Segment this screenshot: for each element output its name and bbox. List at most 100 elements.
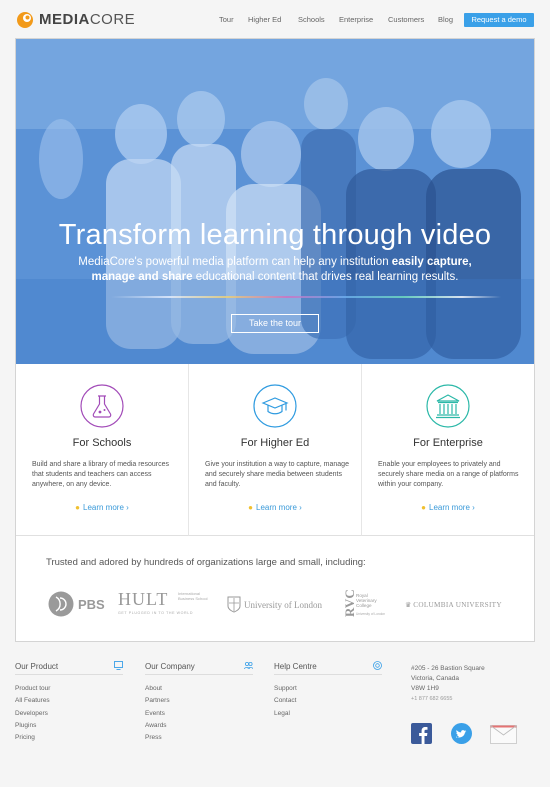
hero-sub-lead: MediaCore's powerful media platform can … — [78, 256, 392, 268]
feature-schools-title: For Schools — [72, 437, 132, 449]
footer-link[interactable]: Developers — [15, 708, 123, 720]
customer-logos: PBS HULT International Business School G… — [16, 587, 534, 627]
footer-link[interactable]: Pricing — [15, 732, 123, 744]
footer-link[interactable]: Product tour — [15, 683, 123, 695]
chevron-right-icon: › — [299, 503, 302, 512]
footer-links-help: Support Contact Legal — [274, 683, 382, 720]
feature-higher-ed-desc: Give your institution a way to capture, … — [205, 461, 349, 488]
lightbulb-icon: ● — [248, 503, 253, 512]
feature-schools: For Schools Build and share a library of… — [16, 364, 188, 536]
footer-link[interactable]: About — [145, 683, 253, 695]
nav-higher-ed[interactable]: Higher Ed — [248, 15, 281, 24]
mediacore-logo[interactable]: MEDIACORE — [16, 11, 135, 29]
university-of-london-logo: University of London — [227, 596, 322, 613]
crown-icon: ♛ — [405, 602, 412, 609]
mail-icon[interactable] — [490, 725, 517, 749]
graduation-cap-icon — [253, 384, 297, 428]
feature-enterprise-title: For Enterprise — [413, 437, 483, 449]
footer-link[interactable]: Plugins — [15, 720, 123, 732]
lightbulb-icon: ● — [75, 503, 80, 512]
pbs-text: PBS — [78, 596, 105, 612]
chevron-right-icon: › — [472, 503, 475, 512]
learn-more-higher-ed-link[interactable]: ● Learn more › — [189, 503, 361, 512]
footer-heading-help-label: Help Centre — [274, 662, 317, 671]
footer-heading-company: Our Company — [145, 661, 253, 675]
footer-heading-product-label: Our Product — [15, 662, 59, 671]
footer-link[interactable]: Awards — [145, 720, 253, 732]
pbs-logo: PBS — [48, 591, 105, 617]
hero-sub-bold-2: manage and share — [91, 271, 193, 283]
feature-higher-ed-title: For Higher Ed — [240, 437, 310, 449]
hero-sub-tail: educational content that drives real lea… — [192, 271, 459, 283]
hult-subtitle: International Business School — [178, 591, 208, 601]
footer-links-company: About Partners Events Awards Press — [145, 683, 253, 744]
footer-link[interactable]: Events — [145, 708, 253, 720]
main-panel: Transform learning through video MediaCo… — [15, 38, 535, 642]
lifebuoy-icon — [373, 661, 382, 670]
twitter-icon[interactable] — [451, 723, 472, 749]
footer-heading-help: Help Centre — [274, 661, 382, 675]
footer-link[interactable]: All Features — [15, 695, 123, 707]
feature-enterprise: For Enterprise Enable your employees to … — [362, 364, 534, 536]
mediacore-logo-icon — [17, 12, 33, 28]
learn-more-enterprise-link[interactable]: ● Learn more › — [362, 503, 534, 512]
facebook-icon[interactable] — [411, 723, 432, 749]
crest-icon — [227, 596, 241, 613]
logo-text-rest: CORE — [89, 11, 136, 28]
footer-our-product: Our Product Product tour All Features De… — [15, 661, 123, 744]
footer-link[interactable]: Support — [274, 683, 382, 695]
footer-our-company: Our Company About Partners Events Awards… — [145, 661, 253, 744]
feature-schools-desc: Build and share a library of media resou… — [32, 461, 169, 488]
learn-more-label: Learn more — [429, 503, 470, 512]
learn-more-schools-link[interactable]: ● Learn more › — [16, 503, 188, 512]
rvc-tagline: University of London — [356, 612, 386, 616]
monitor-icon — [114, 661, 123, 670]
footer-link[interactable]: Contact — [274, 695, 382, 707]
hero-title: Transform learning through video — [58, 219, 492, 251]
envelope-shape — [490, 725, 517, 744]
rvc-subtitle: Royal Veterinary College — [356, 593, 377, 609]
footer-help-centre: Help Centre Support Contact Legal — [274, 661, 382, 720]
twitter-logo-shape — [451, 723, 472, 744]
footer-links-product: Product tour All Features Developers Plu… — [15, 683, 123, 744]
nav-enterprise[interactable]: Enterprise — [339, 15, 373, 24]
footer-link[interactable]: Partners — [145, 695, 253, 707]
footer-address: #205 - 26 Bastion Square Victoria, Canad… — [411, 664, 485, 704]
address-line-3: V8W 1H9 — [411, 685, 439, 692]
hult-logo: HULT International Business School GET P… — [118, 589, 208, 615]
facebook-logo-shape — [411, 723, 432, 744]
hero-sub-bold-1: easily capture, — [391, 256, 472, 268]
feature-higher-ed: For Higher Ed Give your institution a wa… — [188, 364, 362, 536]
logo-text: MEDIACORE — [39, 11, 135, 29]
hero-banner: Transform learning through video MediaCo… — [16, 39, 534, 364]
phone-number: +1 877 682 6655 — [411, 696, 453, 702]
footer-link[interactable]: Legal — [274, 708, 382, 720]
nav-blog[interactable]: Blog — [438, 15, 453, 24]
take-tour-button[interactable]: Take the tour — [231, 314, 319, 333]
people-icon — [244, 661, 253, 670]
columbia-text: COLUMBIA UNIVERSITY — [413, 601, 502, 609]
university-of-london-text: University of London — [244, 599, 322, 610]
footer-link[interactable]: Press — [145, 732, 253, 744]
footer-heading-product: Our Product — [15, 661, 123, 675]
lightbulb-icon: ● — [421, 503, 426, 512]
pbs-head-icon — [48, 591, 74, 617]
address-line-2: Victoria, Canada — [411, 675, 459, 682]
logo-text-bold: MEDIA — [39, 11, 90, 28]
hult-text: HULT — [118, 589, 169, 609]
site-header: MEDIACORE Tour Higher Ed Schools Enterpr… — [0, 0, 550, 38]
trusted-text: Trusted and adored by hundreds of organi… — [46, 557, 366, 568]
request-demo-button[interactable]: Request a demo — [464, 13, 534, 27]
learn-more-label: Learn more — [256, 503, 297, 512]
hero-divider — [111, 296, 501, 298]
footer-heading-company-label: Our Company — [145, 662, 195, 671]
nav-tour[interactable]: Tour — [219, 15, 234, 24]
columbia-logo: ♛ COLUMBIA UNIVERSITY — [405, 601, 502, 609]
bank-building-icon — [426, 384, 470, 428]
nav-customers[interactable]: Customers — [388, 15, 424, 24]
nav-schools[interactable]: Schools — [298, 15, 325, 24]
learn-more-label: Learn more — [83, 503, 124, 512]
chevron-right-icon: › — [126, 503, 129, 512]
feature-enterprise-desc: Enable your employees to privately and s… — [378, 461, 519, 488]
hero-subtitle: MediaCore's powerful media platform can … — [46, 255, 504, 285]
